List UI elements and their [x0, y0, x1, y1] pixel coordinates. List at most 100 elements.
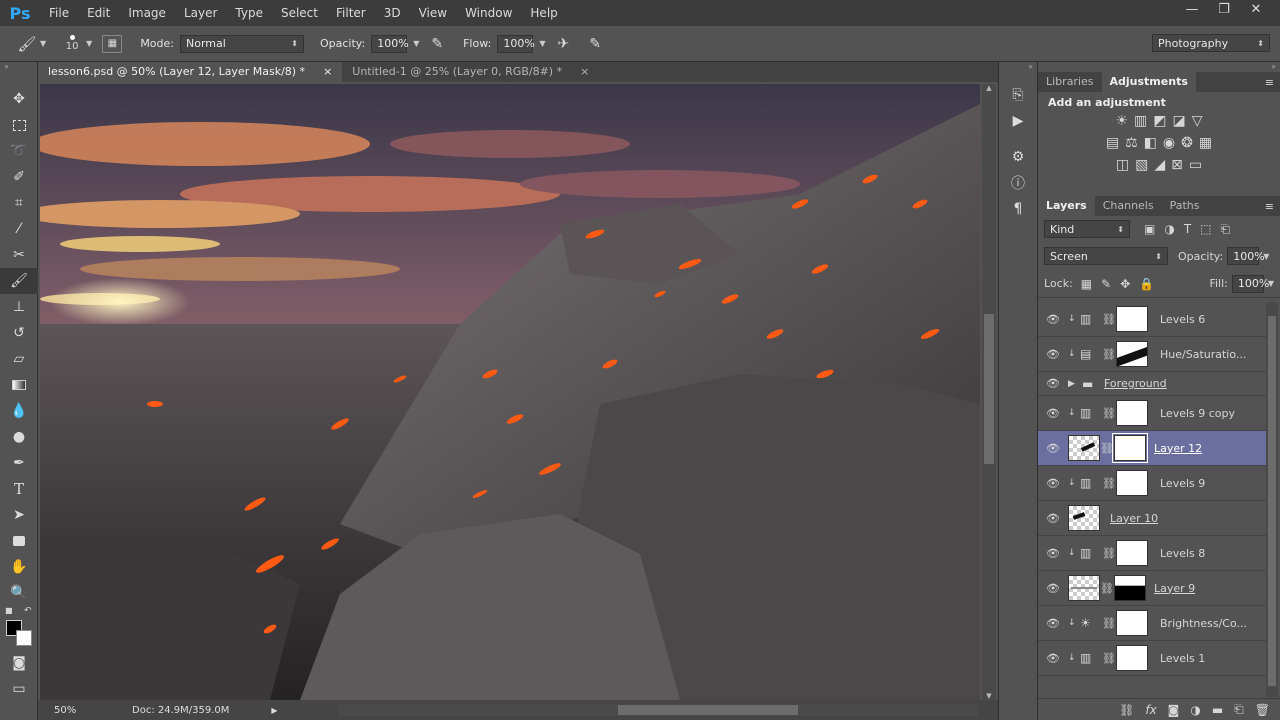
zoom-tool-icon[interactable]: 🔍 [0, 580, 38, 606]
exposure-icon[interactable]: ◪ [1173, 113, 1186, 129]
pen-tool-icon[interactable]: ✒ [0, 450, 38, 476]
layer-mask-thumb[interactable] [1116, 540, 1148, 566]
info-icon[interactable]: ⓘ [999, 170, 1037, 196]
scroll-up-arrow-icon[interactable]: ▲ [982, 84, 996, 92]
swap-colors-icon[interactable]: ↶ [24, 606, 32, 616]
menu-view[interactable]: View [410, 0, 456, 26]
link-layers-icon[interactable]: ⛓ [1119, 703, 1134, 717]
type-tool-icon[interactable]: T [0, 476, 38, 502]
visibility-eye-icon[interactable]: 👁 [1038, 348, 1068, 361]
new-layer-icon[interactable]: ⎗ [1234, 702, 1244, 717]
layer-mask-thumb[interactable] [1116, 645, 1148, 671]
eyedropper-tool-icon[interactable]: ⁄ [0, 216, 38, 242]
layer-pixel-thumb[interactable] [1068, 505, 1100, 531]
visibility-eye-icon[interactable]: 👁 [1038, 442, 1068, 455]
shape-tool-icon[interactable] [0, 528, 38, 554]
lasso-tool-icon[interactable]: ➰ [0, 138, 38, 164]
scroll-thumb[interactable] [984, 314, 994, 464]
layer-mask-thumb[interactable] [1116, 470, 1148, 496]
menu-edit[interactable]: Edit [78, 0, 119, 26]
color-balance-icon[interactable]: ⚖ [1125, 135, 1138, 151]
delete-layer-icon[interactable]: 🗑 [1255, 703, 1270, 717]
visibility-eye-icon[interactable]: 👁 [1038, 313, 1068, 326]
menu-3d[interactable]: 3D [375, 0, 410, 26]
photo-filter-icon[interactable]: ◉ [1163, 135, 1175, 151]
layer-name[interactable]: Levels 9 copy [1160, 407, 1235, 420]
horizontal-scrollbar[interactable] [338, 704, 978, 716]
layer-pixel-thumb[interactable] [1068, 575, 1100, 601]
airbrush-icon[interactable]: ✈ [557, 36, 569, 52]
new-adjustment-icon[interactable]: ◑ [1190, 703, 1200, 717]
healing-tool-icon[interactable]: ✂ [0, 242, 38, 268]
layers-scrollbar[interactable] [1266, 302, 1278, 697]
quick-mask-icon[interactable]: ◙ [0, 650, 38, 676]
opacity-input[interactable]: 100% [371, 34, 409, 53]
layer-name[interactable]: Levels 6 [1160, 313, 1205, 326]
kind-filter-select[interactable]: Kind ⬍ [1044, 220, 1130, 238]
lock-all-icon[interactable]: 🔒 [1139, 277, 1154, 291]
color-lookup-icon[interactable]: ▦ [1199, 135, 1212, 151]
visibility-eye-icon[interactable]: 👁 [1038, 617, 1068, 630]
menu-type[interactable]: Type [226, 0, 272, 26]
tool-preset-chevron-icon[interactable]: ▼ [40, 39, 46, 48]
pressure-size-icon[interactable]: ✎ [589, 36, 601, 52]
layer-opacity-input[interactable]: 100% [1227, 247, 1265, 265]
brightness-icon[interactable]: ☀ [1115, 113, 1128, 129]
visibility-eye-icon[interactable]: 👁 [1038, 547, 1068, 560]
tab-close-icon[interactable]: × [323, 62, 332, 82]
tab-layers[interactable]: Layers [1038, 196, 1095, 216]
screen-mode-icon[interactable]: ▭ [0, 676, 38, 702]
layer-name[interactable]: Layer 10 [1110, 512, 1158, 525]
color-swatches[interactable]: ■ ↶ [0, 606, 37, 650]
menu-image[interactable]: Image [119, 0, 175, 26]
layer-name[interactable]: Layer 9 [1154, 582, 1195, 595]
tab-adjustments[interactable]: Adjustments [1101, 72, 1196, 92]
layer-name[interactable]: Hue/Saturatio... [1160, 348, 1246, 361]
filter-shape-icon[interactable]: ⬚ [1200, 222, 1211, 237]
layer-mask-thumb[interactable] [1116, 610, 1148, 636]
hue-sat-icon[interactable]: ▤ [1106, 135, 1119, 151]
horizontal-scroll-thumb[interactable] [618, 705, 798, 715]
scroll-down-arrow-icon[interactable]: ▼ [982, 692, 996, 700]
default-colors-icon[interactable]: ■ [5, 606, 13, 615]
menu-help[interactable]: Help [521, 0, 566, 26]
zoom-level[interactable]: 50% [38, 705, 90, 716]
pressure-opacity-icon[interactable]: ✎ [431, 36, 443, 52]
visibility-eye-icon[interactable]: 👁 [1038, 407, 1068, 420]
minimize-button[interactable]: — [1176, 0, 1208, 22]
gradient-map-icon[interactable]: ▭ [1189, 157, 1202, 173]
crop-tool-icon[interactable]: ⌗ [0, 190, 38, 216]
fill-input[interactable]: 100% [1231, 274, 1269, 293]
history-brush-tool-icon[interactable]: ↺ [0, 320, 38, 346]
layer-row-hue-saturation[interactable]: 👁 ↓ ▤ ⛓ Hue/Saturatio... [1038, 337, 1266, 372]
tab-paths[interactable]: Paths [1162, 196, 1208, 216]
menu-layer[interactable]: Layer [175, 0, 226, 26]
lock-transparent-icon[interactable]: ▦ [1081, 277, 1092, 291]
layer-name[interactable]: Levels 8 [1160, 547, 1205, 560]
menu-select[interactable]: Select [272, 0, 327, 26]
menu-file[interactable]: File [40, 0, 78, 26]
move-tool-icon[interactable]: ✥ [0, 86, 38, 112]
tab-untitled[interactable]: Untitled-1 @ 25% (Layer 0, RGB/8#) * × [342, 62, 599, 82]
visibility-eye-icon[interactable]: 👁 [1038, 377, 1068, 390]
vibrance-icon[interactable]: ▽ [1192, 113, 1203, 129]
layer-mask-thumb[interactable] [1116, 400, 1148, 426]
selective-color-icon[interactable]: ⊠ [1171, 157, 1183, 173]
workspace-select[interactable]: Photography ⬍ [1152, 34, 1270, 52]
threshold-icon[interactable]: ◢ [1154, 157, 1165, 173]
layer-row-levels-9-copy[interactable]: 👁 ↓ ▥ ⛓ Levels 9 copy [1038, 396, 1266, 431]
layer-mask-thumb[interactable] [1112, 433, 1148, 463]
layer-row-levels-9[interactable]: 👁 ↓ ▥ ⛓ Levels 9 [1038, 466, 1266, 501]
filter-pixel-icon[interactable]: ▣ [1144, 222, 1155, 237]
eraser-tool-icon[interactable]: ▱ [0, 346, 38, 372]
mode-select[interactable]: Normal ⬍ [180, 34, 304, 53]
close-button[interactable]: ✕ [1240, 0, 1272, 22]
panel-menu-icon[interactable]: ≡ [1265, 76, 1280, 89]
new-group-icon[interactable]: ▬ [1212, 703, 1223, 717]
posterize-icon[interactable]: ▧ [1135, 157, 1148, 173]
layer-name[interactable]: Levels 1 [1160, 652, 1205, 665]
group-expand-arrow-icon[interactable]: ▶ [1068, 379, 1082, 389]
layer-mask-thumb[interactable] [1116, 306, 1148, 332]
fx-icon[interactable]: fx [1145, 703, 1156, 717]
flow-input[interactable]: 100% [497, 34, 535, 53]
